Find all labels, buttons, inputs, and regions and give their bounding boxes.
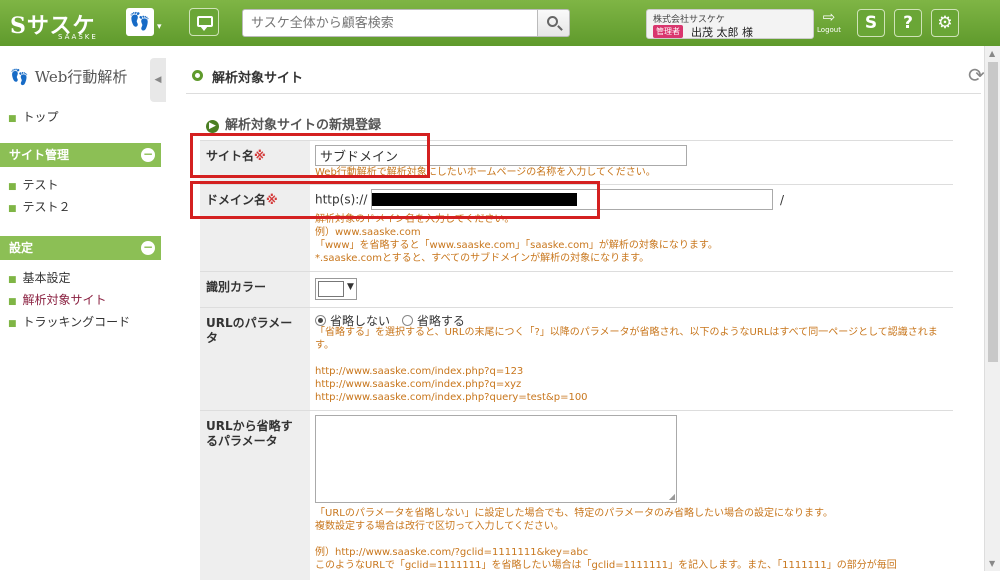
scroll-down-icon[interactable]: ▼: [989, 559, 995, 568]
search-input[interactable]: [242, 9, 538, 37]
help-button[interactable]: ?: [894, 9, 922, 37]
sidebar-item-test2[interactable]: ■ テスト２: [8, 198, 71, 215]
search-icon: [547, 16, 558, 27]
footprint-app-icon[interactable]: 👣: [126, 8, 154, 36]
sidebar-item-tracking-code[interactable]: ■ トラッキングコード: [8, 313, 130, 330]
label-url-param: URLのパラメータ: [200, 308, 310, 410]
omit-params-textarea[interactable]: ◢: [315, 415, 677, 503]
sidebar-item-target-sites[interactable]: ■ 解析対象サイト: [8, 291, 107, 308]
url-example-1: http://www.saaske.com/index.php?q=123: [315, 366, 524, 377]
message-button[interactable]: [189, 8, 219, 36]
arrow-right-icon: ▶: [206, 120, 219, 133]
domain-hint-2: 例）www.saaske.com: [315, 227, 421, 238]
scroll-up-icon[interactable]: ▲: [989, 49, 995, 58]
search-button[interactable]: [538, 9, 570, 37]
collapse-minus-icon[interactable]: −: [141, 241, 155, 255]
url-param-hint: 「省略する」を選択すると、URLの末尾につく「?」以降のパラメータが省略され、以…: [315, 327, 938, 351]
logout-button[interactable]: ⇨ Logout: [815, 8, 843, 38]
resize-grip-icon[interactable]: ◢: [669, 492, 675, 501]
scroll-thumb[interactable]: [988, 62, 998, 362]
main-content: 解析対象サイト ⟳ ▶解析対象サイトの新規登録 サイト名※ Web行動解析で解析…: [166, 46, 985, 580]
app-logo-sub: SAASKE: [58, 33, 98, 41]
domain-suffix: /: [780, 192, 785, 207]
logout-icon: ⇨: [822, 8, 836, 26]
color-swatch: [318, 281, 344, 297]
domain-hint-4: *.saaske.comとすると、すべてのサブドメインが解析の対象になります。: [315, 253, 650, 264]
user-name: 出茂 太郎 様: [691, 26, 753, 39]
sidebar-collapse-button[interactable]: ◀: [150, 58, 166, 102]
section-title: ▶ 解析対象サイトの新規登録: [206, 114, 381, 133]
user-info[interactable]: 株式会社サスケケ 管理者 出茂 太郎 様: [646, 9, 814, 39]
sidebar-item-basic-settings[interactable]: ■ 基本設定: [8, 269, 71, 286]
sidebar-heading: 👣 Web行動解析: [10, 68, 128, 86]
radio-not-omit[interactable]: [315, 315, 326, 326]
url-example-2: http://www.saaske.com/index.php?q=xyz: [315, 379, 522, 390]
section-site-management[interactable]: サイト管理 −: [0, 143, 161, 167]
label-omit-params: URLから省略するパラメータ: [200, 411, 310, 580]
omit-hint-2: 複数設定する場合は改行で区切って入力してください。: [315, 521, 564, 532]
sidebar: 👣 Web行動解析 ◀ ■ トップ サイト管理 − ■ テスト ■ テスト２ 設定 − …: [0, 46, 166, 571]
footprint-icon: 👣: [10, 68, 29, 86]
url-example-3: http://www.saaske.com/index.php?query=te…: [315, 392, 588, 403]
label-color: 識別カラー: [200, 272, 310, 307]
page-title-bar: 解析対象サイト ⟳: [186, 63, 985, 94]
row-url-param: URLのパラメータ 省略しない 省略する 「省略する」を選択すると、URLの末尾…: [200, 307, 953, 410]
saaske-home-button[interactable]: S: [857, 9, 885, 37]
title-circle-icon: [192, 70, 203, 81]
page-title: 解析対象サイト: [212, 71, 304, 86]
chevron-down-icon[interactable]: ▾: [157, 22, 162, 32]
chevron-down-icon: ▼: [347, 282, 354, 292]
row-color: 識別カラー ▼: [200, 271, 953, 307]
row-omit-params: URLから省略するパラメータ ◢ 「URLのパラメータを省略しない」に設定した場…: [200, 410, 953, 580]
role-badge: 管理者: [653, 25, 683, 38]
sidebar-item-test[interactable]: ■ テスト: [8, 176, 59, 193]
omit-hint-3: 例）http://www.saaske.com/?gclid=1111111&k…: [315, 547, 589, 558]
sidebar-item-top[interactable]: ■ トップ: [8, 108, 59, 125]
highlight-domain: [190, 181, 600, 219]
section-settings[interactable]: 設定 −: [0, 236, 161, 260]
omit-hint-4: このようなURLで「gclid=1111111」を省略したい場合は「gclid=…: [315, 560, 897, 571]
domain-hint-3: 「www」を省略すると「www.saaske.com」「saaske.com」が…: [315, 240, 718, 251]
omit-hint-1: 「URLのパラメータを省略しない」に設定した場合でも、特定のパラメータのみ省略し…: [315, 508, 833, 519]
highlight-site-name: [190, 133, 430, 178]
page-scrollbar[interactable]: ▲ ▼: [984, 46, 1000, 571]
radio-omit[interactable]: [401, 315, 413, 326]
top-header: Sサスケ SAASKE 👣 ▾ 株式会社サスケケ 管理者 出茂 太郎 様 ⇨ L…: [0, 0, 1000, 46]
settings-gear-button[interactable]: ⚙: [931, 9, 959, 37]
collapse-minus-icon[interactable]: −: [141, 148, 155, 162]
color-picker[interactable]: ▼: [315, 278, 357, 300]
refresh-icon[interactable]: ⟳: [968, 63, 985, 87]
customer-search: [242, 9, 570, 37]
